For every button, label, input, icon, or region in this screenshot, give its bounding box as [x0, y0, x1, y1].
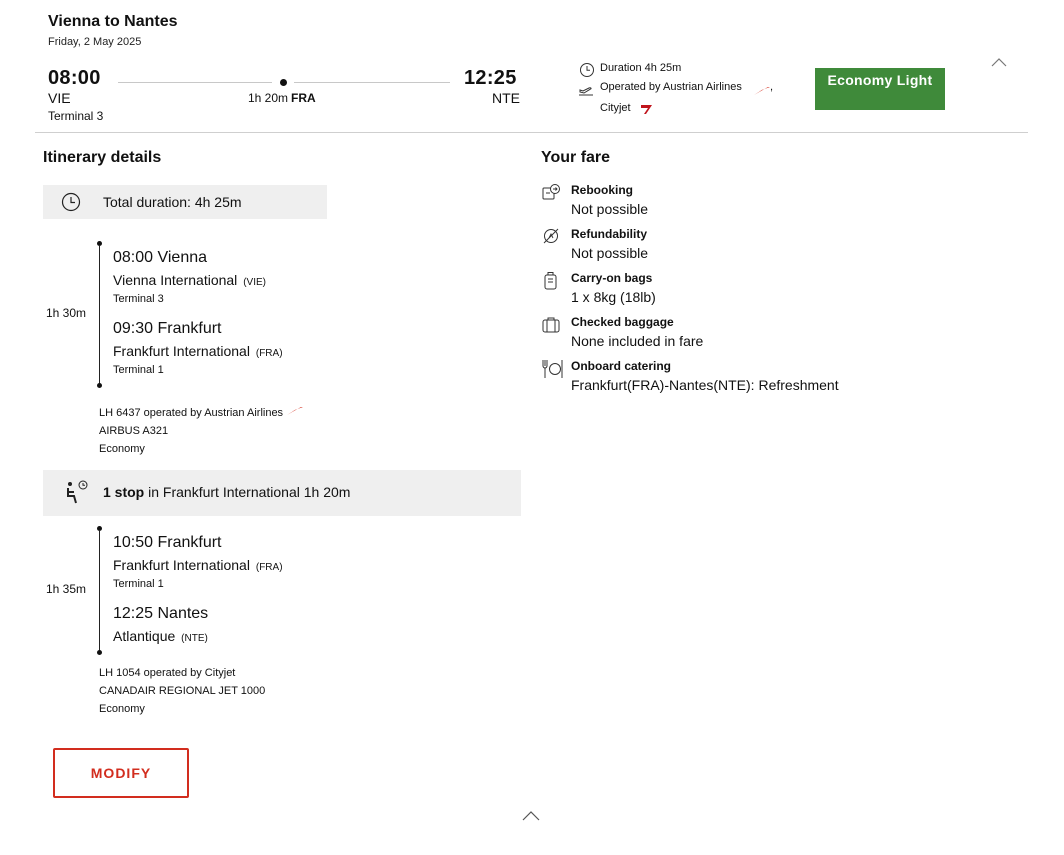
- stop-code: FRA: [291, 91, 316, 105]
- itinerary-heading: Itinerary details: [43, 149, 162, 166]
- fare-item-title: Carry-on bags: [571, 271, 653, 285]
- flight-details: LH 1054 operated by Cityjet CANADAIR REG…: [99, 664, 265, 718]
- timeline-line: [294, 82, 450, 83]
- timeline-stop-info: 1h 20m FRA: [248, 91, 316, 105]
- timeline-line: [118, 82, 272, 83]
- austrian-airlines-logo-icon: [286, 407, 304, 419]
- divider: [35, 132, 1028, 133]
- chevron-up-icon[interactable]: [522, 809, 540, 827]
- arrival-airport: Atlantique (NTE): [113, 628, 208, 644]
- departure-code: VIE: [48, 90, 71, 106]
- fare-item-value: None included in fare: [571, 333, 704, 349]
- fare-item-title: Checked baggage: [571, 315, 674, 329]
- arrival-airport: Frankfurt International (FRA): [113, 343, 283, 359]
- rebooking-icon: [541, 183, 561, 206]
- no-refund-icon: [541, 227, 561, 250]
- operated-by-second: Cityjet: [600, 102, 631, 114]
- fare-heading: Your fare: [541, 149, 611, 166]
- segment-departure: 10:50 Frankfurt: [113, 534, 222, 551]
- stop-count: 1 stop: [103, 484, 145, 500]
- flight-number: LH 1054 operated by Cityjet: [99, 667, 236, 679]
- fare-item-value: Not possible: [571, 201, 649, 217]
- austrian-airlines-logo-icon: [753, 83, 771, 101]
- fare-item-title: Refundability: [571, 227, 648, 241]
- layover-info: 1 stop in Frankfurt International 1h 20m: [103, 484, 350, 500]
- catering-icon: [541, 359, 563, 384]
- layover-detail: in Frankfurt International 1h 20m: [148, 484, 351, 500]
- carry-on-bag-icon: [541, 271, 561, 296]
- cabin-class: Economy: [99, 703, 145, 715]
- departure-terminal: Terminal 1: [113, 578, 164, 590]
- departure-terminal: Terminal 3: [48, 109, 104, 123]
- total-duration: Total duration: 4h 25m: [103, 194, 242, 210]
- segment-arrival: 12:25 Nantes: [113, 605, 209, 622]
- fare-item-title: Onboard catering: [571, 359, 672, 373]
- cabin-class: Economy: [99, 443, 145, 455]
- airplane-takeoff-icon: [578, 83, 594, 101]
- fare-item-value: Not possible: [571, 245, 649, 261]
- segment-timeline: [99, 530, 100, 652]
- departure-time: 08:00: [48, 67, 101, 89]
- stop-duration: 1h 20m: [248, 91, 289, 105]
- fare-item-title: Rebooking: [571, 183, 633, 197]
- segment-departure: 08:00 Vienna: [113, 249, 208, 266]
- timeline-stop-dot: [280, 79, 287, 86]
- fare-item-value: Frankfurt(FRA)-Nantes(NTE): Refreshment: [571, 377, 839, 393]
- segment-duration: 1h 30m: [46, 306, 87, 320]
- fare-type-badge: Economy Light: [815, 68, 945, 110]
- arrival-time: 12:25: [464, 67, 517, 89]
- aircraft-type: CANADAIR REGIONAL JET 1000: [99, 685, 266, 697]
- departure-airport: Frankfurt International (FRA): [113, 557, 283, 573]
- fare-item-value: 1 x 8kg (18lb): [571, 289, 656, 305]
- chevron-up-icon[interactable]: [991, 54, 1007, 72]
- checked-baggage-icon: [541, 316, 561, 339]
- clock-icon: [61, 192, 81, 217]
- arrival-code: NTE: [492, 90, 520, 106]
- operated-by: Operated by Austrian Airlines: [600, 81, 742, 93]
- modify-button[interactable]: MODIFY: [53, 748, 189, 798]
- timeline-dot: [97, 383, 102, 388]
- flight-duration: Duration 4h 25m: [600, 62, 682, 74]
- clock-icon: [579, 62, 595, 83]
- departure-airport: Vienna International (VIE): [113, 272, 266, 288]
- aircraft-type: AIRBUS A321: [99, 425, 169, 437]
- waiting-seat-icon: [62, 479, 90, 510]
- cityjet-logo-icon: [640, 102, 654, 120]
- segment-arrival: 09:30 Frankfurt: [113, 320, 222, 337]
- operated-by-separator: ,: [770, 81, 774, 93]
- segment-duration: 1h 35m: [46, 582, 87, 596]
- route-date: Friday, 2 May 2025: [48, 36, 142, 48]
- arrival-terminal: Terminal 1: [113, 364, 164, 376]
- flight-details: LH 6437 operated by Austrian Airlines AI…: [99, 404, 304, 458]
- departure-terminal: Terminal 3: [113, 293, 164, 305]
- timeline-dot: [97, 650, 102, 655]
- segment-timeline: [99, 245, 100, 385]
- route-title: Vienna to Nantes: [48, 13, 178, 30]
- flight-number: LH 6437 operated by Austrian Airlines: [99, 407, 284, 419]
